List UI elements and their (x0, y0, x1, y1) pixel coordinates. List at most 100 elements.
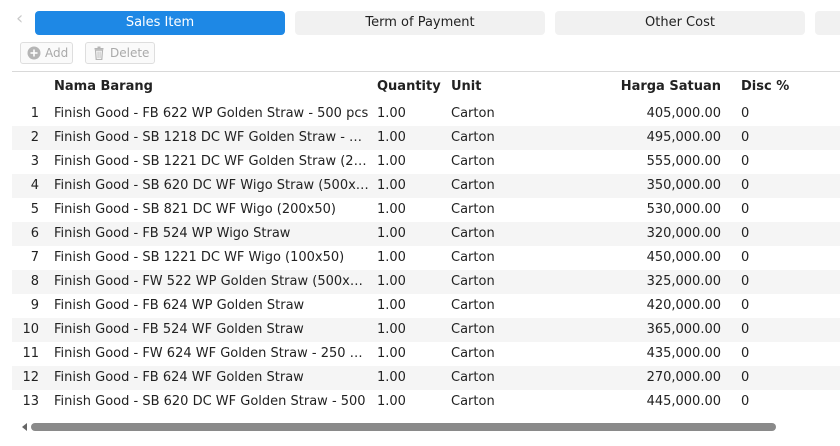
add-button[interactable]: Add (20, 42, 73, 64)
column-header-disc[interactable]: Disc % (741, 72, 801, 102)
table-row[interactable]: 9 Finish Good - FB 624 WP Golden Straw 1.0… (12, 294, 840, 318)
harga-satuan-cell: 405,000.00 (646, 106, 721, 121)
tab-other-cost[interactable]: Other Cost (555, 11, 805, 35)
harga-satuan-cell: 530,000.00 (646, 202, 721, 217)
row-number: 9 (30, 298, 39, 313)
unit-cell: Carton (451, 130, 495, 145)
column-header-quantity[interactable]: Quantity (377, 72, 447, 102)
table-row[interactable]: 13 Finish Good - SB 620 DC WF Golden Stra… (12, 390, 840, 414)
quantity-cell: 1.00 (377, 154, 406, 169)
row-number: 2 (30, 130, 39, 145)
unit-cell: Carton (451, 250, 495, 265)
row-number: 13 (22, 394, 39, 409)
harga-satuan-cell: 320,000.00 (646, 226, 721, 241)
nama-barang-cell: Finish Good - FB 524 WP Wigo Straw (54, 226, 291, 241)
add-button-label: Add (45, 46, 69, 60)
nama-barang-cell: Finish Good - FB 624 WP Golden Straw (54, 298, 305, 313)
harga-satuan-cell: 365,000.00 (646, 322, 721, 337)
harga-satuan-cell: 420,000.00 (646, 298, 721, 313)
table-row[interactable]: 6 Finish Good - FB 524 WP Wigo Straw 1.00 C… (12, 222, 840, 246)
row-number: 1 (30, 106, 39, 121)
quantity-cell: 1.00 (377, 274, 406, 289)
nama-barang-cell: Finish Good - FB 622 WP Golden Straw - 5… (54, 106, 369, 121)
harga-satuan-cell: 445,000.00 (646, 394, 721, 409)
column-header-harga-satuan[interactable]: Harga Satuan (587, 72, 721, 102)
nama-barang-cell: Finish Good - SB 821 DC WF Wigo (200x50) (54, 202, 336, 217)
disc-cell: 0 (741, 106, 750, 121)
unit-cell: Carton (451, 274, 495, 289)
harga-satuan-cell: 325,000.00 (646, 274, 721, 289)
row-number: 8 (30, 274, 39, 289)
grid-toolbar: Add Delete (0, 42, 840, 68)
quantity-cell: 1.00 (377, 346, 406, 361)
horizontal-scrollbar[interactable] (22, 420, 840, 434)
harga-satuan-cell: 555,000.00 (646, 154, 721, 169)
column-header-nama-barang[interactable]: Nama Barang (54, 72, 370, 102)
trash-icon (94, 46, 104, 60)
disc-cell: 0 (741, 130, 750, 145)
table-row[interactable]: 8 Finish Good - FW 522 WP Golden Straw (5… (12, 270, 840, 294)
unit-cell: Carton (451, 322, 495, 337)
tab-term-of-payment[interactable]: Term of Payment (295, 11, 545, 35)
table-row[interactable]: 4 Finish Good - SB 620 DC WF Wigo Straw (… (12, 174, 840, 198)
delete-button-label: Delete (110, 46, 150, 60)
quantity-cell: 1.00 (377, 178, 406, 193)
nama-barang-cell: Finish Good - SB 620 DC WF Wigo Straw (5… (54, 178, 370, 193)
disc-cell: 0 (741, 178, 750, 193)
disc-cell: 0 (741, 154, 750, 169)
unit-cell: Carton (451, 178, 495, 193)
table-row[interactable]: 12 Finish Good - FB 624 WF Golden Straw 1.… (12, 366, 840, 390)
table-header: Nama Barang Quantity Unit Harga Satuan D… (12, 72, 840, 102)
disc-cell: 0 (741, 370, 750, 385)
scroll-left-icon[interactable] (22, 423, 27, 431)
table-row[interactable]: 1 Finish Good - FB 622 WP Golden Straw - … (12, 102, 840, 126)
quantity-cell: 1.00 (377, 130, 406, 145)
quantity-cell: 1.00 (377, 394, 406, 409)
table-row[interactable]: 2 Finish Good - SB 1218 DC WF Golden Stra… (12, 126, 840, 150)
disc-cell: 0 (741, 322, 750, 337)
unit-cell: Carton (451, 370, 495, 385)
quantity-cell: 1.00 (377, 250, 406, 265)
table-row[interactable]: 7 Finish Good - SB 1221 DC WF Wigo (100x5… (12, 246, 840, 270)
tab-sales-item[interactable]: Sales Item (35, 11, 285, 35)
table-row[interactable]: 3 Finish Good - SB 1221 DC WF Golden Stra… (12, 150, 840, 174)
column-header-unit[interactable]: Unit (451, 72, 571, 102)
harga-satuan-cell: 435,000.00 (646, 346, 721, 361)
disc-cell: 0 (741, 298, 750, 313)
unit-cell: Carton (451, 202, 495, 217)
tab-next[interactable] (815, 11, 840, 35)
row-number: 11 (22, 346, 39, 361)
scrollbar-thumb[interactable] (31, 423, 776, 431)
disc-cell: 0 (741, 274, 750, 289)
delete-button[interactable]: Delete (85, 42, 155, 64)
row-number: 3 (30, 154, 39, 169)
unit-cell: Carton (451, 394, 495, 409)
row-number: 6 (30, 226, 39, 241)
nama-barang-cell: Finish Good - SB 620 DC WF Golden Straw … (54, 394, 366, 409)
nama-barang-cell: Finish Good - FW 624 WF Golden Straw - 2… (54, 346, 370, 361)
table-row[interactable]: 10 Finish Good - FB 524 WF Golden Straw 1.… (12, 318, 840, 342)
tab-bar: ‹ Sales Item Term of Payment Other Cost (0, 0, 840, 42)
table-row[interactable]: 5 Finish Good - SB 821 DC WF Wigo (200x50… (12, 198, 840, 222)
disc-cell: 0 (741, 226, 750, 241)
quantity-cell: 1.00 (377, 226, 406, 241)
column-header-no[interactable] (12, 72, 39, 102)
quantity-cell: 1.00 (377, 202, 406, 217)
nama-barang-cell: Finish Good - SB 1218 DC WF Golden Straw… (54, 130, 370, 145)
disc-cell: 0 (741, 250, 750, 265)
row-number: 12 (22, 370, 39, 385)
chevron-left-icon[interactable]: ‹ (16, 9, 30, 29)
disc-cell: 0 (741, 202, 750, 217)
plus-circle-icon (27, 46, 41, 60)
disc-cell: 0 (741, 346, 750, 361)
harga-satuan-cell: 270,000.00 (646, 370, 721, 385)
table-row[interactable]: 11 Finish Good - FW 624 WF Golden Straw -… (12, 342, 840, 366)
nama-barang-cell: Finish Good - SB 1221 DC WF Golden Straw… (54, 154, 370, 169)
row-number: 5 (30, 202, 39, 217)
nama-barang-cell: Finish Good - FB 524 WF Golden Straw (54, 322, 304, 337)
quantity-cell: 1.00 (377, 322, 406, 337)
unit-cell: Carton (451, 154, 495, 169)
unit-cell: Carton (451, 298, 495, 313)
row-number: 7 (30, 250, 39, 265)
quantity-cell: 1.00 (377, 106, 406, 121)
